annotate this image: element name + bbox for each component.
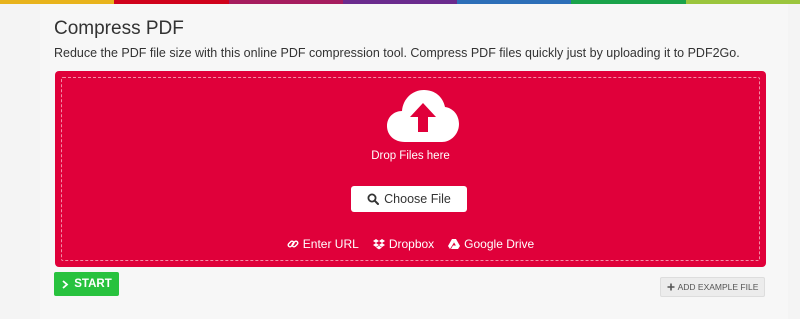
google-drive-icon bbox=[448, 239, 461, 249]
dropbox-icon bbox=[372, 239, 385, 250]
file-dropzone[interactable]: Drop Files here Choose File Enter URL Dr… bbox=[55, 71, 766, 267]
enter-url-label: Enter URL bbox=[302, 237, 359, 251]
start-label: START bbox=[74, 278, 112, 290]
search-icon bbox=[367, 193, 380, 205]
drop-files-text: Drop Files here bbox=[371, 150, 450, 162]
chevron-right-icon bbox=[62, 279, 69, 289]
page-title: Compress PDF bbox=[54, 18, 184, 39]
add-example-file-button[interactable]: ADD EXAMPLE FILE bbox=[660, 277, 765, 297]
dropbox-link[interactable]: Dropbox bbox=[372, 237, 435, 251]
google-drive-link[interactable]: Google Drive bbox=[448, 237, 534, 251]
start-button[interactable]: START bbox=[54, 272, 119, 296]
choose-file-button[interactable]: Choose File bbox=[351, 186, 467, 212]
choose-file-label: Choose File bbox=[384, 192, 451, 206]
add-example-file-label: ADD EXAMPLE FILE bbox=[677, 282, 759, 292]
plus-icon bbox=[667, 283, 675, 291]
dropbox-label: Dropbox bbox=[388, 237, 435, 251]
cloud-upload-icon bbox=[387, 90, 459, 142]
page-subtitle: Reduce the PDF file size with this onlin… bbox=[54, 46, 740, 60]
link-icon bbox=[287, 240, 299, 248]
enter-url-link[interactable]: Enter URL bbox=[287, 237, 359, 251]
tool-card: Compress PDF Reduce the PDF file size wi… bbox=[40, 4, 788, 319]
google-drive-label: Google Drive bbox=[464, 237, 535, 251]
upload-sources: Enter URL Dropbox Google Drive bbox=[55, 237, 766, 251]
